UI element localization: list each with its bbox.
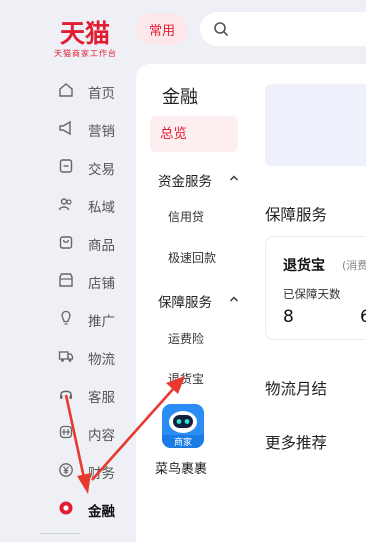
product-icon	[59, 236, 73, 249]
shop-icon	[59, 273, 73, 287]
sidebar-item-label: 内容	[88, 428, 115, 444]
app-badge: 商家	[174, 436, 192, 448]
truck-icon	[58, 351, 74, 362]
card-stat-value: 6	[360, 307, 366, 327]
section-title-more: 更多推荐	[265, 434, 328, 452]
card-stat-label: 已保障天数	[283, 287, 341, 301]
sidebar-item-service[interactable]: 客服	[52, 376, 136, 412]
sidebar-item-logistics[interactable]: 物流	[52, 338, 136, 374]
subnav-item-freight-insurance[interactable]: 运费险	[168, 330, 204, 347]
chevron-up-icon[interactable]	[228, 293, 240, 305]
subnav-item-fast-payback[interactable]: 极速回款	[168, 249, 216, 266]
subnav-title: 金融	[162, 87, 198, 108]
sidebar-item-label: 交易	[88, 162, 115, 178]
card-hint: (消费者	[342, 259, 366, 272]
cainiao-app-icon[interactable]: 商家	[162, 404, 204, 448]
users-icon	[58, 198, 72, 211]
sidebar-item-promotion[interactable]: 推广	[52, 300, 136, 336]
content-icon	[59, 425, 73, 439]
sidebar-item-label: 营销	[88, 124, 115, 140]
logo-subtitle: 天猫商家工作台	[54, 49, 117, 58]
common-button[interactable]: 常用	[136, 13, 188, 45]
finance-dot-icon	[59, 501, 73, 515]
bulb-icon	[61, 310, 71, 325]
sidebar-item-label: 金融	[88, 504, 115, 520]
sidebar-item-marketing[interactable]: 营销	[52, 110, 136, 146]
subnav-item-overview[interactable]: 总览	[150, 116, 238, 152]
app-label: 菜鸟裹裹	[155, 462, 208, 477]
subnav-group-guarantee[interactable]: 保障服务	[158, 291, 212, 311]
sidebar-item-content[interactable]: 内容	[52, 414, 136, 450]
sidebar-item-finance[interactable]: 金融	[52, 490, 136, 526]
sidebar-item-label: 首页	[88, 86, 115, 102]
sidebar-item-label: 物流	[88, 352, 115, 368]
subnav-group-funds[interactable]: 资金服务	[158, 170, 212, 190]
sidebar-item-finance-accounts[interactable]: 财务	[52, 452, 136, 488]
sidebar-item-trade[interactable]: 交易	[52, 148, 136, 184]
sidebar-item-label: 店铺	[88, 276, 115, 292]
sidebar-item-shop[interactable]: 店铺	[52, 262, 136, 298]
sidebar-item-private[interactable]: 私域	[52, 186, 136, 222]
sidebar-item-home[interactable]: 首页	[52, 72, 136, 108]
section-title-logistics[interactable]: 物流月结	[265, 377, 327, 399]
logo-wordmark: 天猫	[60, 19, 111, 48]
chevron-up-icon[interactable]	[228, 172, 240, 184]
order-icon	[59, 159, 73, 173]
home-icon	[59, 83, 73, 97]
sidebar-divider	[40, 533, 80, 534]
card-title: 退货宝	[283, 258, 325, 274]
promo-banner[interactable]	[265, 84, 366, 166]
sidebar-item-label: 推广	[88, 314, 115, 330]
sidebar-item-label: 商品	[88, 238, 115, 254]
subnav-item-return-treasure[interactable]: 退货宝	[168, 370, 204, 387]
sidebar-item-label: 财务	[88, 466, 115, 482]
subnav-item-credit-loan[interactable]: 信用贷	[168, 208, 204, 225]
card-stat-value: 8	[283, 307, 294, 327]
search-icon	[214, 22, 228, 36]
sidebar-item-label: 客服	[88, 390, 115, 406]
return-treasure-card[interactable]: 退货宝 (消费者 已保障天数 8 6	[265, 236, 366, 340]
megaphone-icon	[59, 120, 71, 136]
sidebar-item-label: 私域	[88, 200, 115, 216]
tmall-logo[interactable]: 天猫 天猫商家工作台	[52, 10, 128, 60]
headset-icon	[60, 390, 72, 399]
search-input[interactable]	[200, 12, 366, 46]
yuan-icon	[59, 463, 73, 477]
section-title-guarantee: 保障服务	[265, 206, 328, 224]
robot-icon: 商家	[162, 411, 204, 448]
sidebar-item-products[interactable]: 商品	[52, 224, 136, 260]
